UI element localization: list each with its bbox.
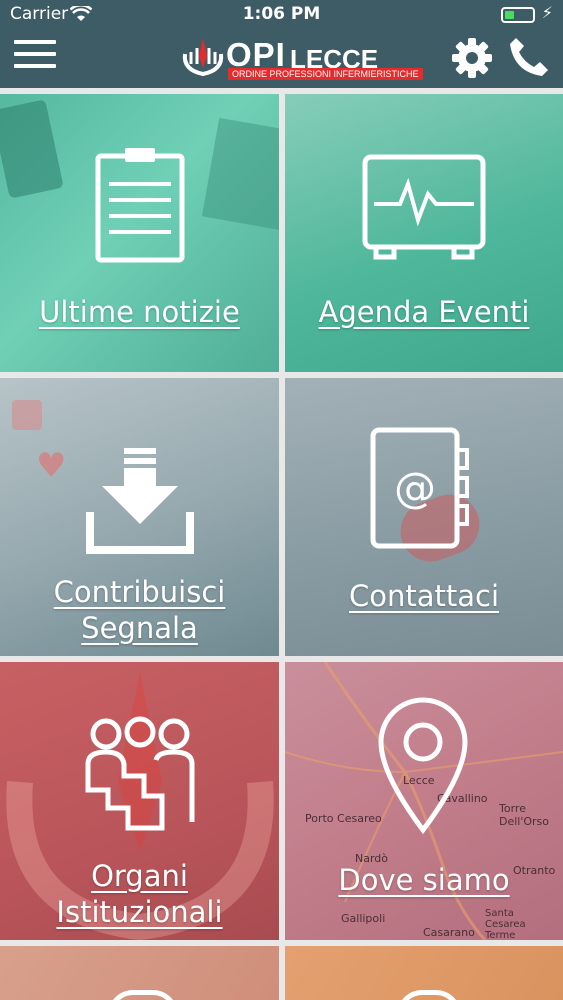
tile-label-line1: Organi bbox=[91, 859, 188, 893]
tile-contribuisci-segnala[interactable]: ♥ Contribuisci Segnala bbox=[0, 378, 279, 656]
medical-kit-icon bbox=[12, 400, 42, 430]
map-label-santa-cesarea: Santa Cesarea Terme bbox=[485, 908, 526, 940]
tile-label: Ultime notizie bbox=[39, 295, 240, 329]
tile-partial-left[interactable] bbox=[0, 946, 279, 1000]
map-pin-icon bbox=[378, 697, 468, 834]
gear-icon[interactable] bbox=[450, 36, 494, 80]
map-label-torre-dell-orso: Torre Dell'Orso bbox=[499, 802, 550, 828]
tile-label-line2: Istituzionali bbox=[56, 895, 223, 929]
opi-lecce-logo: OPI LECCE ORDINE PROFESSIONI INFERMIERIS… bbox=[180, 34, 423, 84]
tile-label: Dove siamo bbox=[338, 863, 510, 897]
battery-icon bbox=[501, 7, 535, 23]
tile-organi-istituzionali[interactable]: Organi Istituzionali bbox=[0, 662, 279, 940]
status-bar: Carrier 1:06 PM ⚡ bbox=[0, 0, 563, 30]
tile-label: Contattaci bbox=[348, 579, 500, 613]
tile-label: Agenda Eventi bbox=[318, 295, 530, 329]
top-bar: Carrier 1:06 PM ⚡ OPI LECCE ORDINE PROFE… bbox=[0, 0, 563, 88]
hamburger-menu-icon[interactable] bbox=[14, 40, 56, 74]
tile-label-line2: Segnala bbox=[81, 611, 198, 645]
address-book-icon: @ bbox=[370, 427, 469, 549]
tile-label-line1: Contribuisci bbox=[53, 575, 226, 609]
tile-agenda-eventi[interactable]: Agenda Eventi bbox=[285, 94, 563, 372]
phone-icon[interactable] bbox=[506, 34, 552, 80]
map-label-gallipoli: Gallipoli bbox=[341, 912, 386, 925]
charging-bolt-icon: ⚡ bbox=[541, 3, 553, 22]
logo-subtitle: ORDINE PROFESSIONI INFERMIERISTICHE bbox=[228, 68, 423, 80]
svg-text:@: @ bbox=[394, 463, 436, 512]
group-people-icon bbox=[85, 716, 195, 831]
tile-contattaci[interactable]: @ Contattaci bbox=[285, 378, 563, 656]
tile-partial-right[interactable] bbox=[285, 946, 563, 1000]
map-label-casarano: Casarano bbox=[423, 926, 475, 939]
hands-logo-icon bbox=[182, 38, 224, 77]
clipboard-icon bbox=[95, 148, 185, 263]
monitor-pulse-icon bbox=[362, 154, 486, 260]
tile-ultime-notizie[interactable]: Ultime notizie bbox=[0, 94, 279, 372]
download-tray-icon bbox=[86, 448, 194, 554]
tile-dove-siamo[interactable]: Lecce Cavallino Porto Cesareo Nardò Torr… bbox=[285, 662, 563, 940]
battery-level bbox=[505, 11, 515, 19]
map-label-porto-cesareo: Porto Cesareo bbox=[305, 812, 382, 825]
heart-hexagon-icon: ♥ bbox=[36, 446, 67, 486]
status-time: 1:06 PM bbox=[242, 4, 321, 24]
